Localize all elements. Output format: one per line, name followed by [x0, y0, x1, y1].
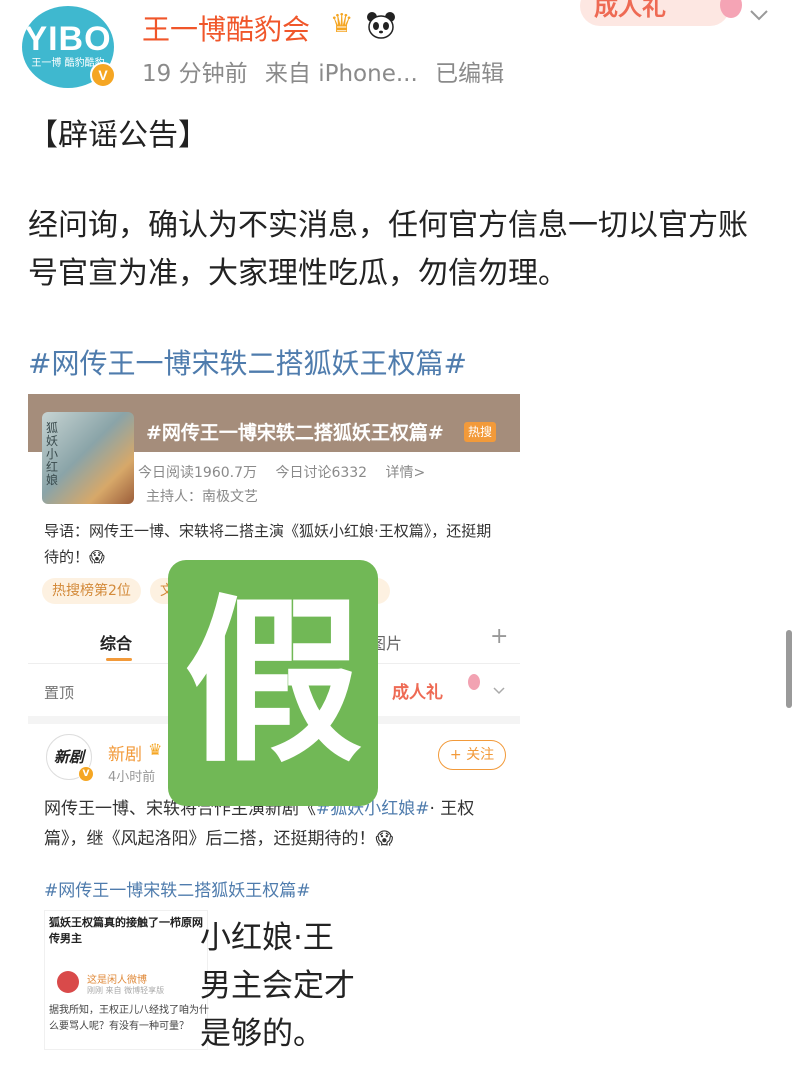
- top-tag[interactable]: 成人礼: [580, 0, 730, 26]
- notice-title: 【辟谣公告】: [28, 118, 208, 153]
- fake-stamp: 假: [168, 560, 378, 806]
- verified-badge: V: [90, 62, 116, 88]
- thumbnail-text: 据我所知，王权正儿八经找了咱为什么要骂人呢？有没有一种可量？: [49, 1005, 209, 1032]
- thumbnail-time: 刚刚 来自 微博轻享版: [87, 986, 165, 995]
- add-tab-icon: +: [490, 624, 509, 649]
- balloon-icon: [720, 0, 742, 18]
- post-body: 经问询，确认为不实消息，任何官方信息一切以官方账号官宣为准，大家理性吃瓜，勿信勿…: [28, 208, 748, 291]
- tab-all: 综合: [100, 634, 133, 653]
- discussions-count: 今日讨论6332: [275, 465, 368, 481]
- post-meta: 19 分钟前 来自 iPhone... 已编辑: [142, 54, 514, 88]
- thumbnail-avatar: [57, 971, 79, 993]
- cover-title: 狐妖小红娘: [46, 421, 59, 487]
- topic-cover-image: 狐妖小红娘: [42, 412, 134, 504]
- post-source[interactable]: 来自 iPhone...: [265, 61, 418, 87]
- hot-badge: 热搜: [464, 422, 497, 442]
- tab-active-indicator: [106, 658, 132, 661]
- reads-count: 今日阅读1960.7万: [138, 465, 257, 481]
- topic-stats: 今日阅读1960.7万 今日讨论6332 详情>: [138, 462, 439, 482]
- image-thumbnail: 狐妖王权篇真的接触了一栉原网传男主 这是闲人微博 刚刚 来自 微博轻享版 据我所…: [44, 910, 209, 1050]
- edited-label[interactable]: 已编辑: [435, 61, 504, 87]
- verified-badge: V: [78, 766, 94, 782]
- poster-time: 4小时前: [108, 770, 156, 785]
- image-caption: 小红娘·王 男主会定才 是够的。: [200, 920, 355, 1050]
- post-time: 19 分钟前: [142, 61, 248, 87]
- crown-icon: ♛: [330, 9, 354, 39]
- topic-link[interactable]: #网传王一博宋轶二搭狐妖王权篇#: [28, 342, 467, 382]
- scrollbar[interactable]: [786, 630, 792, 708]
- chevron-down-icon[interactable]: [748, 4, 770, 26]
- thumbnail-name: 这是闲人微博: [87, 975, 147, 986]
- mini-tag: 成人礼: [392, 683, 443, 703]
- details-link: 详情>: [385, 465, 426, 481]
- panda-icon: [367, 12, 395, 39]
- embedded-topic-title: #网传王一博宋轶二搭狐妖王权篇#: [146, 422, 444, 444]
- chevron-down-icon: [493, 687, 505, 695]
- topic-host: 主持人：南极文艺: [146, 489, 258, 505]
- follow-button: + 关注: [438, 740, 506, 770]
- username[interactable]: 王一博酷豹会: [142, 8, 310, 48]
- balloon-icon: [468, 674, 480, 690]
- crown-icon: ♛: [148, 740, 163, 759]
- poster-name: 新剧: [108, 745, 142, 765]
- embedded-topic-link: #网传王一博宋轶二搭狐妖王权篇#: [44, 881, 311, 901]
- pinned-label: 置顶: [44, 684, 75, 702]
- avatar-logo-text: YIBO: [24, 20, 112, 58]
- hot-rank-chip: 热搜榜第2位: [42, 578, 141, 604]
- thumbnail-title: 狐妖王权篇真的接触了一栉原网传男主: [49, 916, 203, 945]
